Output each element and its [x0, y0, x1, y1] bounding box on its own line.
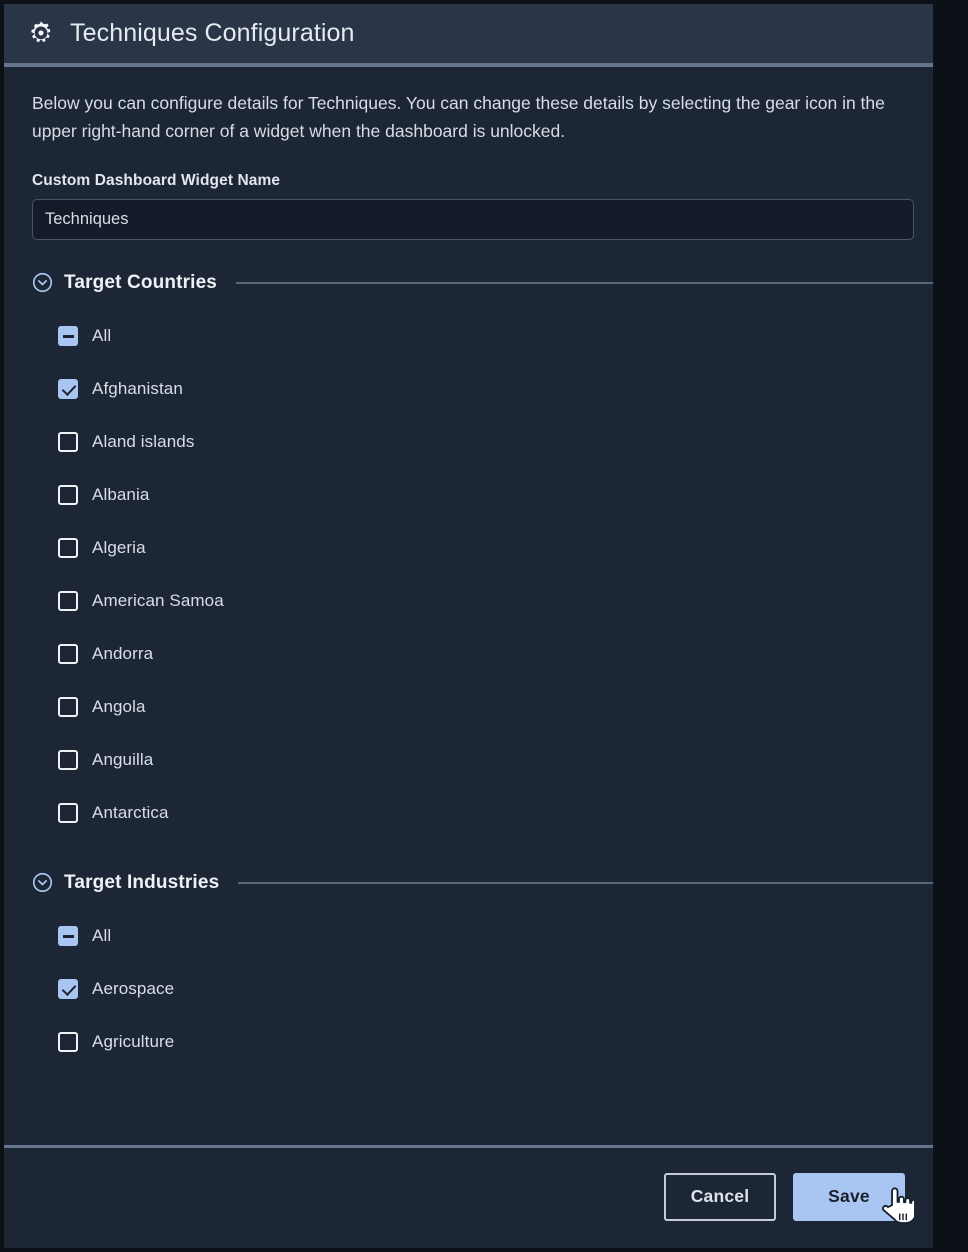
country-checkbox-list: All Afghanistan Aland islands Albania Al… [32, 310, 905, 840]
checkbox-label: All [92, 926, 111, 946]
list-item[interactable]: Andorra [58, 628, 905, 681]
checkbox-label: All [92, 326, 111, 346]
dialog-footer: Cancel Save [4, 1145, 933, 1248]
industry-checkbox-list: All Aerospace Agriculture [32, 910, 905, 1069]
widget-name-input[interactable] [32, 199, 914, 240]
checkbox-unchecked[interactable] [58, 432, 78, 452]
checkbox-label: Agriculture [92, 1032, 174, 1052]
list-item[interactable]: Aland islands [58, 416, 905, 469]
checkbox-label: Angola [92, 697, 146, 717]
gear-icon [26, 19, 56, 49]
section-header-target-industries[interactable]: Target Industries [32, 870, 905, 896]
checkbox-unchecked[interactable] [58, 485, 78, 505]
section-target-industries: Target Industries All Aerospace Agricult… [32, 870, 905, 1069]
list-item[interactable]: American Samoa [58, 575, 905, 628]
checkbox-checked[interactable] [58, 979, 78, 999]
checkbox-label: Aerospace [92, 979, 174, 999]
checkbox-unchecked[interactable] [58, 803, 78, 823]
checkbox-label: Albania [92, 485, 149, 505]
techniques-configuration-dialog: Techniques Configuration Below you can c… [0, 0, 933, 1252]
list-item[interactable]: Albania [58, 469, 905, 522]
cancel-button[interactable]: Cancel [664, 1173, 776, 1221]
chevron-down-circle-icon[interactable] [32, 872, 53, 893]
dialog-body: Below you can configure details for Tech… [4, 63, 933, 1145]
checkbox-label: Andorra [92, 644, 153, 664]
list-item[interactable]: Agriculture [58, 1016, 905, 1069]
list-item[interactable]: All [58, 910, 905, 963]
checkbox-checked[interactable] [58, 379, 78, 399]
dialog-description: Below you can configure details for Tech… [32, 89, 905, 146]
checkbox-unchecked[interactable] [58, 750, 78, 770]
dialog-header: Techniques Configuration [4, 4, 933, 63]
checkbox-unchecked[interactable] [58, 591, 78, 611]
list-item[interactable]: Afghanistan [58, 363, 905, 416]
section-divider [238, 882, 933, 884]
list-item[interactable]: Anguilla [58, 734, 905, 787]
chevron-down-circle-icon[interactable] [32, 272, 53, 293]
checkbox-indeterminate[interactable] [58, 926, 78, 946]
widget-name-field-group: Custom Dashboard Widget Name [32, 172, 905, 240]
section-divider [236, 282, 933, 284]
checkbox-unchecked[interactable] [58, 1032, 78, 1052]
list-item[interactable]: All [58, 310, 905, 363]
list-item[interactable]: Angola [58, 681, 905, 734]
checkbox-unchecked[interactable] [58, 538, 78, 558]
list-item[interactable]: Antarctica [58, 787, 905, 840]
section-title: Target Industries [64, 872, 219, 894]
checkbox-unchecked[interactable] [58, 697, 78, 717]
widget-name-label: Custom Dashboard Widget Name [32, 172, 905, 190]
section-title: Target Countries [64, 272, 217, 294]
dialog-title: Techniques Configuration [70, 21, 355, 46]
list-item[interactable]: Algeria [58, 522, 905, 575]
save-button[interactable]: Save [793, 1173, 905, 1221]
checkbox-label: Anguilla [92, 750, 153, 770]
checkbox-indeterminate[interactable] [58, 326, 78, 346]
checkbox-label: Algeria [92, 538, 146, 558]
section-target-countries: Target Countries All Afghanistan Aland i… [32, 270, 905, 840]
checkbox-label: Antarctica [92, 803, 169, 823]
list-item[interactable]: Aerospace [58, 963, 905, 1016]
checkbox-label: Aland islands [92, 432, 194, 452]
section-header-target-countries[interactable]: Target Countries [32, 270, 905, 296]
checkbox-label: Afghanistan [92, 379, 183, 399]
checkbox-unchecked[interactable] [58, 644, 78, 664]
checkbox-label: American Samoa [92, 591, 224, 611]
